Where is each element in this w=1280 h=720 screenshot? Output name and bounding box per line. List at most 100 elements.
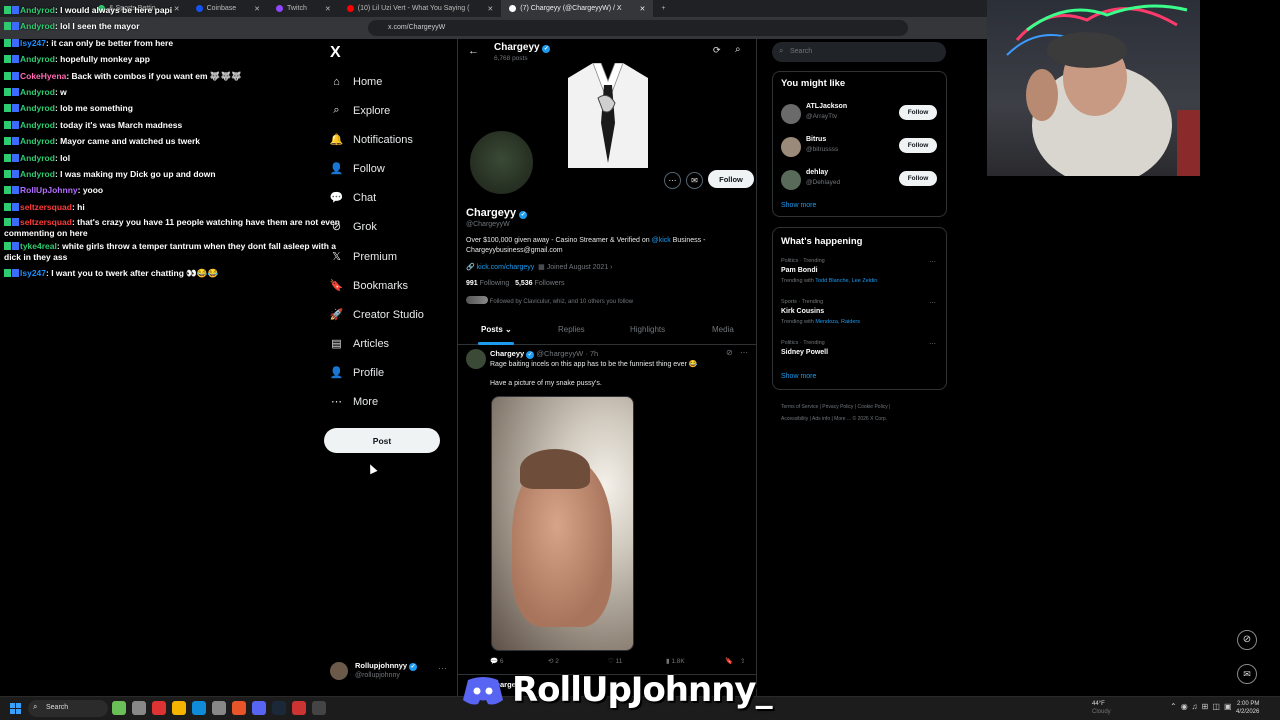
chat-badge-icon xyxy=(4,120,11,129)
system-tray-icons[interactable]: ⌃◉♫⊞◫▣ xyxy=(1170,702,1236,711)
follow-button[interactable]: Follow xyxy=(899,105,937,120)
post-media-image[interactable] xyxy=(491,396,634,651)
close-tab-icon[interactable]: ✕ xyxy=(640,5,646,13)
views-button[interactable]: ▮ 1.8K xyxy=(666,657,685,665)
file-explorer-icon[interactable] xyxy=(172,701,186,715)
follow-button[interactable]: Follow xyxy=(899,138,937,153)
chat-text: Back with combos if you want em 🐺🐺🐺 xyxy=(71,70,242,81)
chat-message: Andyrod: lol I seen the mayor xyxy=(4,18,354,34)
tab-replies[interactable]: Replies xyxy=(558,325,585,334)
chat-badge-icon xyxy=(12,22,19,31)
back-arrow-icon[interactable]: ← xyxy=(468,45,479,57)
search-input[interactable]: Search xyxy=(772,42,946,62)
profile-link[interactable]: kick.com/chargeyy xyxy=(477,264,535,271)
bookmark-icon[interactable]: 🔖 xyxy=(725,657,733,665)
suggestion-item[interactable]: dehlay @Dehlayed Follow xyxy=(773,168,946,198)
brave-icon[interactable] xyxy=(232,701,246,715)
show-more-trends-link[interactable]: Show more xyxy=(781,373,816,380)
trend-more-icon[interactable]: ⋯ xyxy=(929,299,936,307)
suggestion-item[interactable]: ATLJackson @ArrayTtv Follow xyxy=(773,102,946,132)
new-tab-button[interactable]: + xyxy=(653,0,673,17)
chat-text: I want you to twerk after chatting 👀😂😂 xyxy=(51,268,219,279)
refresh-icon[interactable]: ⟳ xyxy=(713,45,721,56)
following-link[interactable]: Following xyxy=(480,280,510,287)
avatar xyxy=(781,137,801,157)
search-icon[interactable]: ⌕ xyxy=(735,44,741,55)
chat-badge-icon xyxy=(12,120,19,129)
suggestion-handle: @ArrayTtv xyxy=(806,113,838,120)
clock[interactable]: 2:00 PM 4/2/2026 xyxy=(1236,700,1259,716)
tab-media[interactable]: Media xyxy=(712,325,734,334)
close-tab-icon[interactable]: ✕ xyxy=(487,5,493,13)
url-field[interactable]: x.com/ChargeyyW xyxy=(368,20,908,36)
store-icon[interactable] xyxy=(212,701,226,715)
nav-label: Grok xyxy=(353,220,377,233)
chat-username: seltzersquad xyxy=(20,217,72,228)
nav-item-more[interactable]: ⋯ More xyxy=(330,395,378,409)
nav-label: Bookmarks xyxy=(353,279,409,292)
chat-badge-icon xyxy=(12,242,19,251)
tab-highlights[interactable]: Highlights xyxy=(630,325,665,334)
you-might-like-title: You might like xyxy=(781,78,846,89)
profile-avatar[interactable] xyxy=(468,129,535,196)
account-switcher[interactable]: Rollupjohnnyy ✓ @rollupjohnny ⋯ xyxy=(330,660,450,686)
messages-float-icon[interactable]: ✉ xyxy=(1237,664,1257,684)
trend-item[interactable]: Politics · Trending Pam Bondi Trending w… xyxy=(773,258,946,296)
browser-tab[interactable]: (7) Chargeyy (@ChargeyyW) / X ✕ xyxy=(501,0,654,17)
post-header: Chargeyy ✓ @ChargeyyW · 7h xyxy=(490,349,599,359)
chat-badge-icon xyxy=(12,55,19,64)
suggestion-handle: @Dehlayed xyxy=(806,179,841,186)
followers-link[interactable]: Followers xyxy=(535,280,565,287)
suggestion-item[interactable]: Bitrus @bitrussss Follow xyxy=(773,135,946,165)
more-icon[interactable]: ⋯ xyxy=(438,663,447,674)
share-icon[interactable]: ⇧ xyxy=(740,657,745,665)
post-button[interactable]: Post xyxy=(324,428,440,453)
nav-label: Articles xyxy=(353,337,390,350)
chat-message: Andyrod: I would always be here papi xyxy=(4,2,354,18)
reply-button[interactable]: 💬 6 xyxy=(490,657,504,665)
trend-item[interactable]: Sports · Trending Kirk Cousins Trending … xyxy=(773,299,946,337)
chat-username: lsy247 xyxy=(20,37,46,48)
task-view-icon[interactable] xyxy=(132,701,146,715)
grok-float-icon[interactable]: ⊘ xyxy=(1237,630,1257,650)
chat-username: Andyrod xyxy=(20,119,55,130)
like-button[interactable]: ♡ 11 xyxy=(608,657,622,665)
repost-button[interactable]: ⟲ 2 xyxy=(548,657,559,665)
browser-tab[interactable]: (10) Lil Uzi Vert - What You Saying (✕ xyxy=(339,0,502,17)
kick-mention-link[interactable]: @kick xyxy=(652,237,671,244)
footer-links: Terms of Service | Privacy Policy | Cook… xyxy=(781,404,891,422)
widget-icon[interactable] xyxy=(112,701,126,715)
trend-more-icon[interactable]: ⋯ xyxy=(929,340,936,348)
message-icon[interactable]: ✉ xyxy=(686,172,703,189)
app-icon[interactable] xyxy=(312,701,326,715)
chat-message: CokeHyena: Back with combos if you want … xyxy=(4,68,354,84)
grok-icon[interactable]: ⊘ xyxy=(726,348,733,357)
chat-message: RollUpJohnny: yooo xyxy=(4,182,354,198)
more-options-icon[interactable]: ⋯ xyxy=(664,172,681,189)
link-icon: 🔗 xyxy=(466,264,475,271)
windows-start-icon[interactable] xyxy=(10,703,21,714)
follow-button[interactable]: Follow xyxy=(899,171,937,186)
chat-badge-icon xyxy=(4,202,11,211)
suggestion-handle: @bitrussss xyxy=(806,146,839,153)
nav-item-articles[interactable]: ▤ Articles xyxy=(330,337,390,351)
edge-icon[interactable] xyxy=(192,701,206,715)
followed-by[interactable]: Followed by Claviculur, whiz, and 10 oth… xyxy=(466,296,633,305)
post-more-icon[interactable]: ⋯ xyxy=(740,348,748,357)
show-more-link[interactable]: Show more xyxy=(781,202,816,209)
tab-posts[interactable]: Posts ⌄ xyxy=(481,325,512,334)
taskbar-search[interactable]: Search xyxy=(28,700,108,717)
post-avatar[interactable] xyxy=(466,349,486,369)
chat-badge-icon xyxy=(4,38,11,47)
steam-icon[interactable] xyxy=(272,701,286,715)
weather-widget[interactable]: 44°F Cloudy xyxy=(1092,700,1111,716)
avatar xyxy=(781,104,801,124)
nav-item-profile[interactable]: 👤 Profile xyxy=(330,366,385,380)
trend-more-icon[interactable]: ⋯ xyxy=(929,258,936,266)
nav-item-creator-studio[interactable]: 🚀 Creator Studio xyxy=(330,308,424,322)
chrome-icon[interactable] xyxy=(152,701,166,715)
discord-icon[interactable] xyxy=(252,701,266,715)
app-icon[interactable] xyxy=(292,701,306,715)
follow-button[interactable]: Follow xyxy=(708,170,754,188)
brand-text: RollUpJohnny_ xyxy=(512,670,773,710)
